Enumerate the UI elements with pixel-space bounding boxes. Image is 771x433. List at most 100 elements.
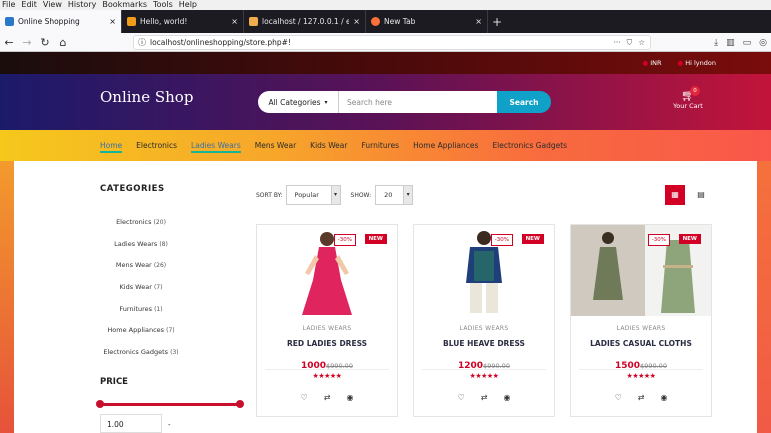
- close-icon[interactable]: ×: [109, 17, 116, 26]
- account-greeting[interactable]: ● Hi lyndon: [677, 59, 716, 67]
- product-name[interactable]: RED LADIES DRESS: [257, 339, 397, 348]
- browser-menubar: File Edit View History Bookmarks Tools H…: [0, 0, 771, 10]
- menu-help[interactable]: Help: [179, 0, 197, 10]
- nav-electronics[interactable]: Electronics: [136, 141, 177, 153]
- product-actions: ♡ ⇄ ◉: [571, 393, 711, 402]
- forward-icon[interactable]: →: [18, 33, 36, 52]
- new-badge: NEW: [364, 234, 387, 244]
- reader-icon[interactable]: ▭: [743, 38, 752, 48]
- category-item[interactable]: Electronics Gadgets (3): [100, 348, 182, 370]
- price-slider[interactable]: [96, 400, 244, 408]
- page-actions-icon[interactable]: ···: [613, 38, 620, 48]
- product-category: LADIES WEARS: [459, 325, 509, 332]
- wishlist-icon[interactable]: ♡: [615, 393, 622, 402]
- nav-furnitures[interactable]: Furnitures: [361, 141, 399, 153]
- nav-electronics-gadgets[interactable]: Electronics Gadgets: [492, 141, 567, 153]
- main-navigation: Home Electronics Ladies Wears Mens Wear …: [0, 130, 771, 161]
- currency-selector[interactable]: ● INR: [642, 59, 661, 67]
- menu-history[interactable]: History: [68, 0, 96, 10]
- reload-icon[interactable]: ↻: [36, 33, 54, 52]
- product-actions: ♡ ⇄ ◉: [257, 393, 397, 402]
- cart-button[interactable]: 🛒︎ 0 Your Cart: [668, 86, 708, 110]
- list-view-button[interactable]: ▤: [691, 185, 711, 205]
- menu-tools[interactable]: Tools: [153, 0, 173, 10]
- divider: [579, 369, 703, 370]
- library-icon[interactable]: ▥: [726, 38, 735, 48]
- page-edge-left: [0, 161, 14, 433]
- site-top-strip: ● INR ● Hi lyndon: [0, 52, 771, 74]
- info-icon[interactable]: ⓘ: [138, 37, 146, 48]
- quick-view-icon[interactable]: ◉: [346, 393, 353, 402]
- page-edge-right: [757, 161, 771, 433]
- sort-select[interactable]: Popular ▾: [285, 185, 341, 205]
- cart-label: Your Cart: [673, 102, 703, 110]
- bookmark-star-icon[interactable]: ☆: [638, 38, 645, 48]
- product-name[interactable]: LADIES CASUAL CLOTHS: [571, 339, 711, 348]
- close-icon[interactable]: ×: [353, 17, 360, 26]
- list-icon: ▤: [697, 190, 705, 199]
- menu-bookmarks[interactable]: Bookmarks: [102, 0, 147, 10]
- grid-view-button[interactable]: ▦: [665, 185, 685, 205]
- home-icon[interactable]: ⌂: [54, 33, 72, 52]
- close-icon[interactable]: ×: [475, 17, 482, 26]
- price-min-input[interactable]: 1.00: [100, 414, 162, 433]
- category-item[interactable]: Ladies Wears (8): [100, 240, 182, 262]
- price-heading: PRICE: [100, 377, 128, 387]
- category-select[interactable]: All Categories ▾: [258, 91, 339, 113]
- categories-heading: CATEGORIES: [100, 184, 165, 194]
- close-icon[interactable]: ×: [231, 17, 238, 26]
- category-item[interactable]: Kids Wear (7): [100, 283, 182, 305]
- tab-online-shopping[interactable]: Online Shopping ×: [0, 10, 122, 33]
- menu-file[interactable]: File: [2, 0, 15, 10]
- menu-edit[interactable]: Edit: [21, 0, 37, 10]
- search-input[interactable]: Search here: [339, 91, 497, 113]
- category-item[interactable]: Mens Wear (26): [100, 261, 182, 283]
- product-actions: ♡ ⇄ ◉: [414, 393, 554, 402]
- tab-label: New Tab: [384, 17, 416, 26]
- price-slider-max-handle[interactable]: [236, 400, 244, 408]
- phpmyadmin-icon: [249, 17, 258, 26]
- price-slider-min-handle[interactable]: [96, 400, 104, 408]
- wishlist-icon[interactable]: ♡: [458, 393, 465, 402]
- pocket-icon[interactable]: ⛉: [627, 38, 633, 48]
- tab-new-tab[interactable]: New Tab ×: [366, 10, 488, 33]
- tab-phpmyadmin[interactable]: localhost / 127.0.0.1 / ecomme ×: [244, 10, 366, 33]
- browser-toolbar: ← → ↻ ⌂ ⓘ localhost/onlineshopping/store…: [0, 33, 771, 52]
- back-icon[interactable]: ←: [0, 33, 18, 52]
- nav-kids-wear[interactable]: Kids Wear: [310, 141, 347, 153]
- menu-view[interactable]: View: [43, 0, 62, 10]
- quick-view-icon[interactable]: ◉: [503, 393, 510, 402]
- chevron-down-icon: ▾: [324, 98, 328, 106]
- site-logo[interactable]: Online Shop: [100, 88, 193, 106]
- nav-ladies-wears[interactable]: Ladies Wears: [191, 141, 241, 153]
- compare-icon[interactable]: ⇄: [638, 393, 645, 402]
- compare-icon[interactable]: ⇄: [481, 393, 488, 402]
- page-icon: [127, 17, 136, 26]
- divider: [422, 369, 546, 370]
- tab-hello-world[interactable]: Hello, world! ×: [122, 10, 244, 33]
- site-header: Online Shop All Categories ▾ Search here …: [0, 74, 771, 130]
- show-label: SHOW:: [350, 191, 372, 199]
- nav-home-appliances[interactable]: Home Appliances: [413, 141, 478, 153]
- nav-home[interactable]: Home: [100, 141, 123, 153]
- url-bar[interactable]: ⓘ localhost/onlineshopping/store.php#! ·…: [133, 35, 651, 50]
- nav-mens-wear[interactable]: Mens Wear: [255, 141, 296, 153]
- compare-icon[interactable]: ⇄: [324, 393, 331, 402]
- firefox-icon: [371, 17, 380, 26]
- new-tab-button[interactable]: +: [488, 10, 506, 33]
- category-item[interactable]: Home Appliances (7): [100, 326, 182, 348]
- product-name[interactable]: BLUE HEAVE DRESS: [414, 339, 554, 348]
- category-item[interactable]: Electronics (20): [100, 218, 182, 240]
- tab-label: Hello, world!: [140, 17, 188, 26]
- grid-icon: ▦: [671, 190, 679, 199]
- product-card[interactable]: -30% NEW LADIES WEARS BLUE HEAVE DRESS 1…: [413, 224, 555, 417]
- category-item[interactable]: Furnitures (1): [100, 305, 182, 327]
- wishlist-icon[interactable]: ♡: [301, 393, 308, 402]
- product-card[interactable]: -30% NEW LADIES WEARS LADIES CASUAL CLOT…: [570, 224, 712, 417]
- show-select[interactable]: 20 ▾: [375, 185, 414, 205]
- downloads-icon[interactable]: ⤓: [714, 38, 718, 48]
- search-button[interactable]: Search: [497, 91, 551, 113]
- account-icon[interactable]: ◎: [759, 38, 767, 48]
- quick-view-icon[interactable]: ◉: [660, 393, 667, 402]
- product-card[interactable]: -30% NEW LADIES WEARS RED LADIES DRESS 1…: [256, 224, 398, 417]
